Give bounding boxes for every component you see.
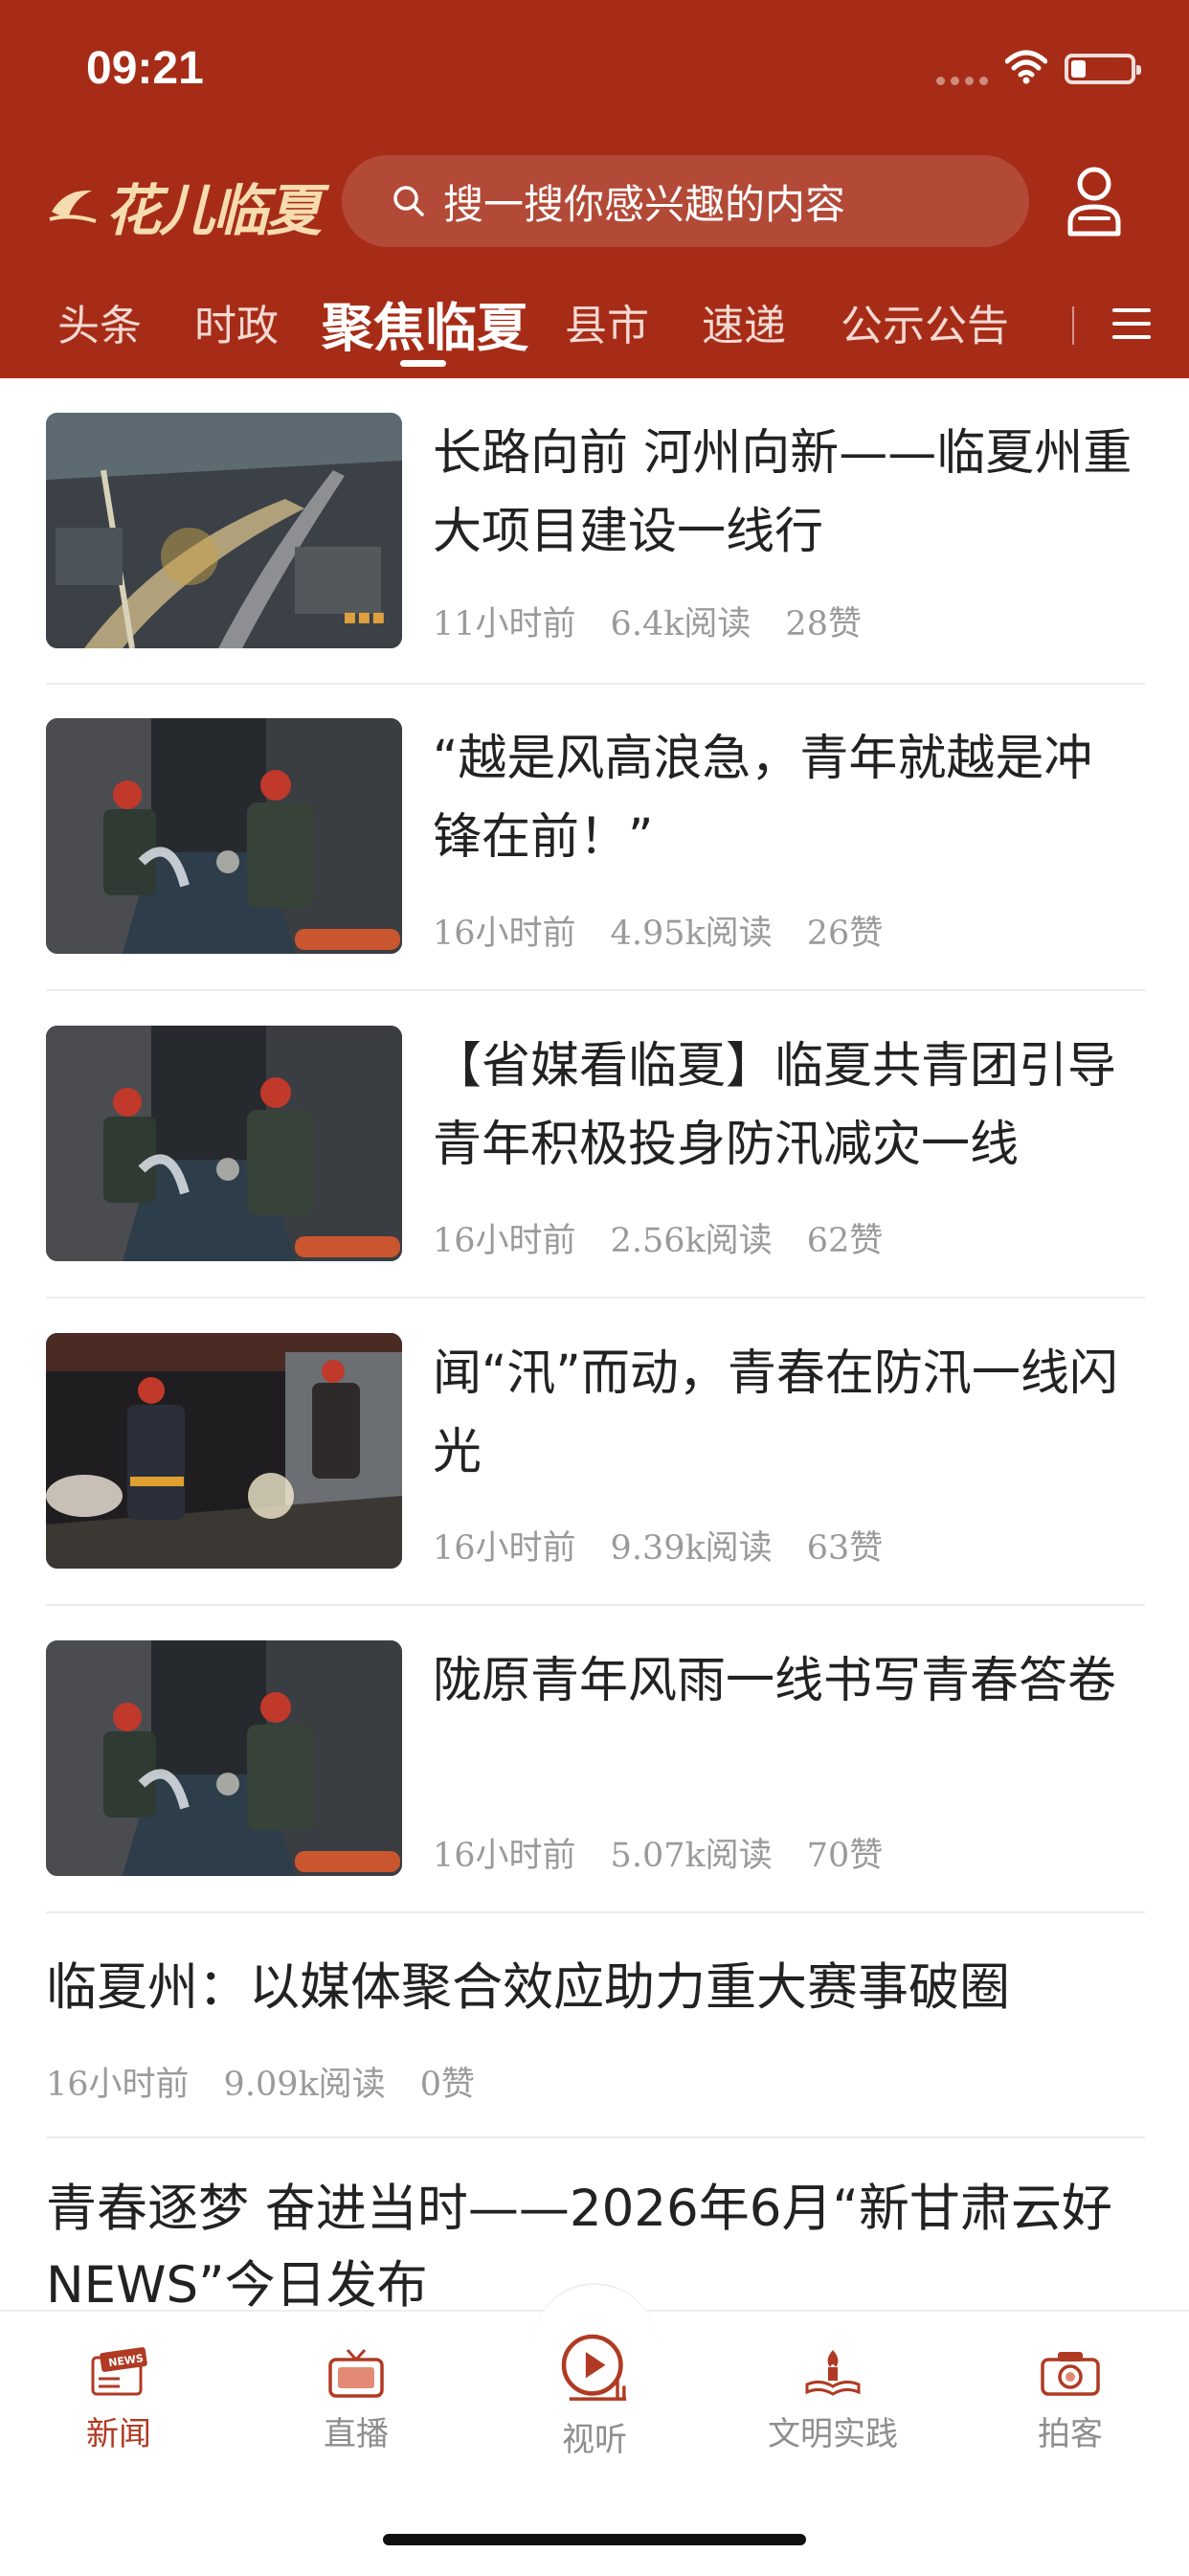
nav-divider	[1072, 306, 1074, 345]
news-reads: 9.39k阅读	[610, 1529, 773, 1568]
tab-sudi[interactable]: 速递	[702, 291, 786, 352]
firefighters-flood-image	[46, 718, 402, 954]
news-time: 16小时前	[46, 2066, 190, 2104]
news-item[interactable]: 临夏州：以媒体聚合效应助力重大赛事破圈 16小时前 9.09k阅读 0赞	[46, 1948, 1145, 2138]
tab-live-label: 直播	[324, 2415, 389, 2453]
news-item[interactable]: 陇原青年风雨一线书写青春答卷 16小时前 5.07k阅读 70赞	[46, 1640, 1145, 1913]
news-likes: 26赞	[806, 915, 884, 953]
news-title: “越是风高浪急，青年就越是冲锋在前！”	[433, 731, 1093, 866]
news-meta: 16小时前 2.56k阅读 62赞	[433, 1213, 917, 1262]
camera-icon	[1041, 2352, 1100, 2396]
news-time: 16小时前	[433, 1529, 576, 1568]
news-meta: 16小时前 9.39k阅读 63赞	[433, 1521, 917, 1570]
wifi-icon	[1005, 50, 1047, 84]
search-bar[interactable]: 搜一搜你感兴趣的内容	[342, 155, 1029, 247]
news-reads: 2.56k阅读	[610, 1222, 773, 1260]
news-title: 长路向前 河州向新——临夏州重大项目建设一线行	[433, 425, 1133, 560]
news-title: 【省媒看临夏】临夏共青团引导青年积极投身防汛减灾一线	[433, 1038, 1117, 1173]
news-time: 11小时前	[433, 605, 576, 644]
search-placeholder: 搜一搜你感兴趣的内容	[443, 180, 846, 228]
active-tab-indicator	[400, 360, 446, 367]
tab-jujiao-linxia[interactable]: 聚焦临夏	[322, 285, 528, 361]
battery-icon	[1065, 54, 1141, 84]
news-time: 16小时前	[433, 915, 576, 953]
status-time: 09:21	[86, 43, 204, 94]
news-likes: 62赞	[806, 1222, 884, 1260]
news-item[interactable]: 闻“汛”而动，青春在防汛一线闪光 16小时前 9.39k阅读 63赞	[46, 1333, 1145, 1606]
news-title: 临夏州：以媒体聚合效应助力重大赛事破圈	[46, 1958, 1010, 2017]
news-time: 16小时前	[433, 1222, 576, 1260]
news-likes: 28赞	[785, 605, 862, 644]
news-title: 陇原青年风雨一线书写青春答卷	[433, 1653, 1117, 1709]
menu-icon[interactable]	[1110, 305, 1153, 343]
news-meta: 16小时前 9.09k阅读 0赞	[46, 2057, 509, 2106]
tv-icon	[328, 2348, 384, 2398]
news-reads: 9.09k阅读	[223, 2066, 386, 2104]
news-thumbnail	[46, 718, 402, 954]
tab-gongshi-gonggao[interactable]: 公示公告	[841, 291, 1009, 352]
news-item[interactable]: ▪▪▪ 长路向前 河州向新——临夏州重大项目建设一线行 11小时前 6.4k阅读 2…	[46, 413, 1145, 685]
news-likes: 0赞	[419, 2066, 475, 2104]
firefighters-flood-image	[46, 1026, 402, 1261]
news-reads: 4.95k阅读	[610, 915, 773, 953]
tab-civilization-practice[interactable]: 文明实践	[737, 2346, 929, 2454]
app-header: 09:21 花儿临夏 搜一搜你感兴趣的内容 头条 时政 聚焦临夏 县市 速递 公…	[0, 0, 1189, 378]
category-nav: 头条 时政 聚焦临夏 县市 速递 公示公告	[0, 278, 1189, 373]
tab-photographer[interactable]: 拍客	[975, 2346, 1166, 2454]
tab-civilization-practice-label: 文明实践	[768, 2415, 898, 2453]
home-indicator	[383, 2534, 806, 2545]
firefighters-night-street-image	[46, 1333, 402, 1569]
play-icon	[561, 2334, 627, 2401]
app-logo: 花儿临夏	[46, 163, 322, 249]
tab-live[interactable]: 直播	[260, 2346, 452, 2454]
tab-shizheng[interactable]: 时政	[194, 291, 279, 352]
logo-mark-icon	[49, 190, 97, 223]
tab-news[interactable]: NEWS 新闻	[23, 2346, 214, 2454]
user-profile-icon[interactable]	[1061, 163, 1128, 239]
logo-text: 花儿临夏	[105, 178, 322, 243]
news-meta: 16小时前 5.07k阅读 70赞	[433, 1828, 917, 1877]
tab-toutiao[interactable]: 头条	[57, 291, 142, 352]
news-thumbnail: ▪▪▪	[46, 413, 402, 648]
torch-icon	[805, 2350, 861, 2396]
news-meta: 11小时前 6.4k阅读 28赞	[433, 597, 896, 645]
battery-level	[1071, 60, 1086, 78]
news-reads: 6.4k阅读	[610, 605, 752, 644]
news-icon: NEWS	[91, 2347, 147, 2396]
svg-text:▪▪▪: ▪▪▪	[343, 605, 386, 629]
news-time: 16小时前	[433, 1837, 576, 1875]
search-icon	[393, 186, 424, 216]
cellular-signal-icon	[936, 77, 988, 85]
news-reads: 5.07k阅读	[610, 1837, 773, 1875]
news-thumbnail	[46, 1333, 402, 1569]
tab-audio-video-label: 视听	[562, 2421, 627, 2459]
tab-photographer-label: 拍客	[1038, 2415, 1103, 2453]
status-bar: 09:21	[0, 0, 1189, 144]
news-thumbnail	[46, 1640, 402, 1876]
tab-audio-video[interactable]: 视听	[499, 2329, 690, 2460]
news-likes: 63赞	[806, 1529, 884, 1568]
tab-news-label: 新闻	[86, 2415, 151, 2453]
tab-xianshi[interactable]: 县市	[565, 291, 649, 352]
news-likes: 70赞	[806, 1837, 884, 1875]
news-title: 闻“汛”而动，青春在防汛一线闪光	[433, 1345, 1118, 1480]
firefighters-flood-image	[46, 1640, 402, 1876]
news-meta: 16小时前 4.95k阅读 26赞	[433, 906, 917, 955]
news-item[interactable]: 【省媒看临夏】临夏共青团引导青年积极投身防汛减灾一线 16小时前 2.56k阅读 6…	[46, 1026, 1145, 1299]
news-item[interactable]: “越是风高浪急，青年就越是冲锋在前！” 16小时前 4.95k阅读 26赞	[46, 718, 1145, 991]
news-thumbnail	[46, 1026, 402, 1261]
aerial-highway-image: ▪▪▪	[46, 413, 402, 648]
